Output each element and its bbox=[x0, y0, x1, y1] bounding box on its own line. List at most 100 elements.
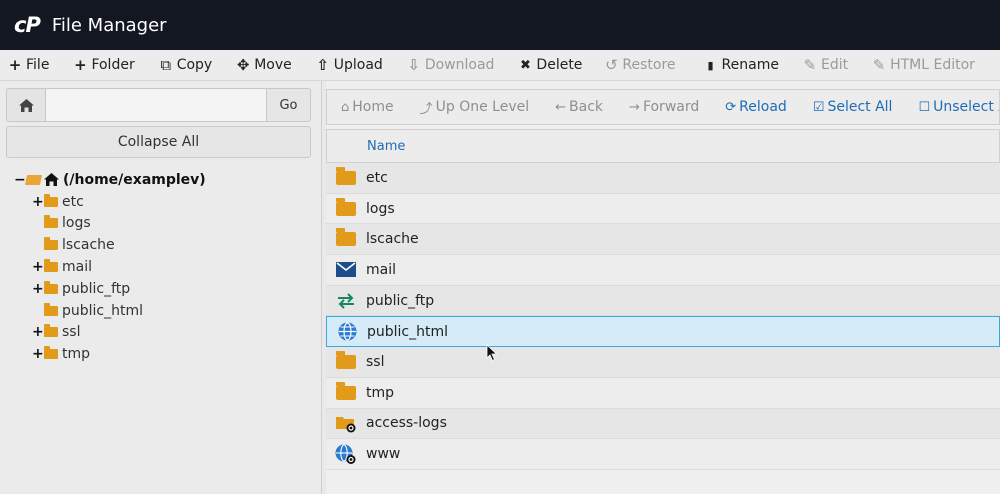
download-label: Download bbox=[424, 57, 495, 73]
html-editor-button[interactable]: ✎ HTML Editor bbox=[872, 50, 975, 80]
upload-icon: ⇧ bbox=[316, 56, 330, 74]
file-row-logs[interactable]: logs bbox=[326, 193, 1000, 225]
directory-tree: − (/home/examplev) + etc logs lscache + … bbox=[14, 169, 314, 365]
mouse-cursor-icon bbox=[486, 344, 498, 362]
expand-toggle-icon[interactable]: + bbox=[32, 259, 44, 275]
tree-item-public-html[interactable]: public_html bbox=[14, 300, 314, 322]
select-all-label: Select All bbox=[827, 99, 893, 115]
file-row-access-logs[interactable]: access-logs bbox=[326, 408, 1000, 440]
column-header-name[interactable]: Name bbox=[326, 129, 1000, 163]
unselect-all-label: Unselect All bbox=[933, 99, 999, 115]
tree-item-lscache[interactable]: lscache bbox=[14, 234, 314, 256]
expand-toggle-icon[interactable]: + bbox=[32, 281, 44, 297]
upload-label: Upload bbox=[333, 57, 383, 73]
file-list-panel: ⌂ Home ⤴ Up One Level ← Back → Forward ⟳… bbox=[326, 81, 1000, 494]
folder-icon bbox=[44, 237, 58, 251]
expand-toggle-icon[interactable]: + bbox=[32, 346, 44, 362]
tree-item-public-ftp[interactable]: + public_ftp bbox=[14, 278, 314, 300]
move-label: Move bbox=[254, 57, 292, 73]
expand-toggle-icon[interactable]: + bbox=[32, 324, 44, 340]
cpanel-logo[interactable]: cP bbox=[14, 13, 41, 37]
new-folder-button[interactable]: + Folder bbox=[73, 50, 135, 80]
nav-home-button[interactable]: ⌂ Home bbox=[341, 99, 394, 115]
edit-label: Edit bbox=[820, 57, 849, 73]
folder-icon bbox=[336, 197, 356, 216]
restore-button[interactable]: ↺ Restore bbox=[604, 50, 675, 80]
home-button[interactable] bbox=[6, 88, 46, 122]
up-one-level-button[interactable]: ⤴ Up One Level bbox=[420, 98, 530, 117]
file-name: public_ftp bbox=[366, 292, 435, 309]
tree-item-tmp[interactable]: + tmp bbox=[14, 343, 314, 365]
expand-toggle-icon[interactable]: + bbox=[32, 194, 44, 210]
rename-button[interactable]: ▮ Rename bbox=[704, 50, 779, 80]
select-all-button[interactable]: ☑ Select All bbox=[813, 99, 893, 115]
edit-button[interactable]: ✎ Edit bbox=[803, 50, 848, 80]
checkbox-empty-icon: ☐ bbox=[918, 99, 931, 115]
forward-label: Forward bbox=[642, 99, 700, 115]
home-icon: ⌂ bbox=[341, 99, 350, 115]
reload-label: Reload bbox=[739, 99, 787, 115]
file-row-tmp[interactable]: tmp bbox=[326, 377, 1000, 409]
move-button[interactable]: ✥ Move bbox=[236, 50, 292, 80]
download-button[interactable]: ⇩ Download bbox=[407, 50, 495, 80]
file-row-public-html[interactable]: public_html bbox=[326, 316, 1000, 348]
copy-icon: ⧉ bbox=[160, 56, 172, 74]
new-file-button[interactable]: + File bbox=[8, 50, 50, 80]
delete-icon: ✖ bbox=[519, 57, 531, 73]
file-row-lscache[interactable]: lscache bbox=[326, 224, 1000, 256]
copy-button[interactable]: ⧉ Copy bbox=[159, 50, 212, 80]
folder-icon bbox=[44, 215, 58, 229]
open-folder-icon bbox=[24, 174, 43, 185]
tree-item-etc[interactable]: + etc bbox=[14, 191, 314, 213]
upload-button[interactable]: ⇧ Upload bbox=[316, 50, 383, 80]
collapse-all-button[interactable]: Collapse All bbox=[6, 126, 311, 158]
back-button[interactable]: ← Back bbox=[555, 99, 603, 115]
up-level-icon: ⤴ bbox=[419, 101, 433, 117]
file-row-mail[interactable]: mail bbox=[326, 255, 1000, 286]
tree-root[interactable]: − (/home/examplev) bbox=[14, 169, 314, 191]
move-icon: ✥ bbox=[236, 56, 250, 74]
download-icon: ⇩ bbox=[407, 56, 421, 74]
file-name: www bbox=[366, 446, 401, 463]
rename-icon: ▮ bbox=[707, 58, 714, 72]
tree-item-mail[interactable]: + mail bbox=[14, 256, 314, 278]
file-name: etc bbox=[366, 169, 388, 186]
file-name: lscache bbox=[366, 231, 419, 248]
up-one-level-label: Up One Level bbox=[435, 99, 530, 115]
folder-icon bbox=[336, 228, 356, 247]
go-button[interactable]: Go bbox=[267, 88, 311, 122]
plus-icon: + bbox=[8, 56, 22, 74]
tree-item-label: public_ftp bbox=[62, 280, 131, 297]
forward-arrow-icon: → bbox=[629, 99, 640, 115]
delete-button[interactable]: ✖ Delete bbox=[518, 50, 582, 80]
tree-root-label: (/home/examplev) bbox=[63, 171, 206, 188]
folder-icon bbox=[44, 193, 58, 207]
folder-icon bbox=[44, 280, 58, 294]
column-name-label: Name bbox=[367, 138, 406, 154]
new-folder-label: Folder bbox=[91, 57, 135, 73]
tree-item-label: public_html bbox=[62, 302, 144, 319]
directory-sidebar: Go Collapse All − (/home/examplev) + etc… bbox=[0, 81, 322, 494]
tree-item-ssl[interactable]: + ssl bbox=[14, 322, 314, 344]
folder-icon bbox=[44, 346, 58, 360]
file-name: public_html bbox=[367, 323, 449, 340]
file-list: Name etc logs lscache mail public_ftp pu… bbox=[326, 129, 1000, 494]
checkbox-checked-icon: ☑ bbox=[812, 99, 825, 115]
reload-button[interactable]: ⟳ Reload bbox=[725, 99, 787, 115]
file-rows: etc logs lscache mail public_ftp public_… bbox=[326, 163, 1000, 470]
file-row-public-ftp[interactable]: public_ftp bbox=[326, 285, 1000, 317]
collapse-toggle-icon[interactable]: − bbox=[14, 172, 26, 188]
nav-home-label: Home bbox=[352, 99, 394, 115]
file-name: tmp bbox=[366, 384, 395, 401]
tree-item-logs[interactable]: logs bbox=[14, 213, 314, 235]
pencil-icon: ✎ bbox=[803, 56, 817, 74]
file-row-etc[interactable]: etc bbox=[326, 163, 1000, 194]
folder-icon bbox=[336, 350, 356, 369]
tree-item-label: etc bbox=[62, 193, 84, 210]
path-input[interactable] bbox=[46, 88, 267, 122]
file-row-www[interactable]: www bbox=[326, 439, 1000, 470]
folder-icon bbox=[336, 166, 356, 185]
file-row-ssl[interactable]: ssl bbox=[326, 347, 1000, 378]
forward-button[interactable]: → Forward bbox=[629, 99, 699, 115]
unselect-all-button[interactable]: ☐ Unselect All bbox=[918, 99, 999, 115]
